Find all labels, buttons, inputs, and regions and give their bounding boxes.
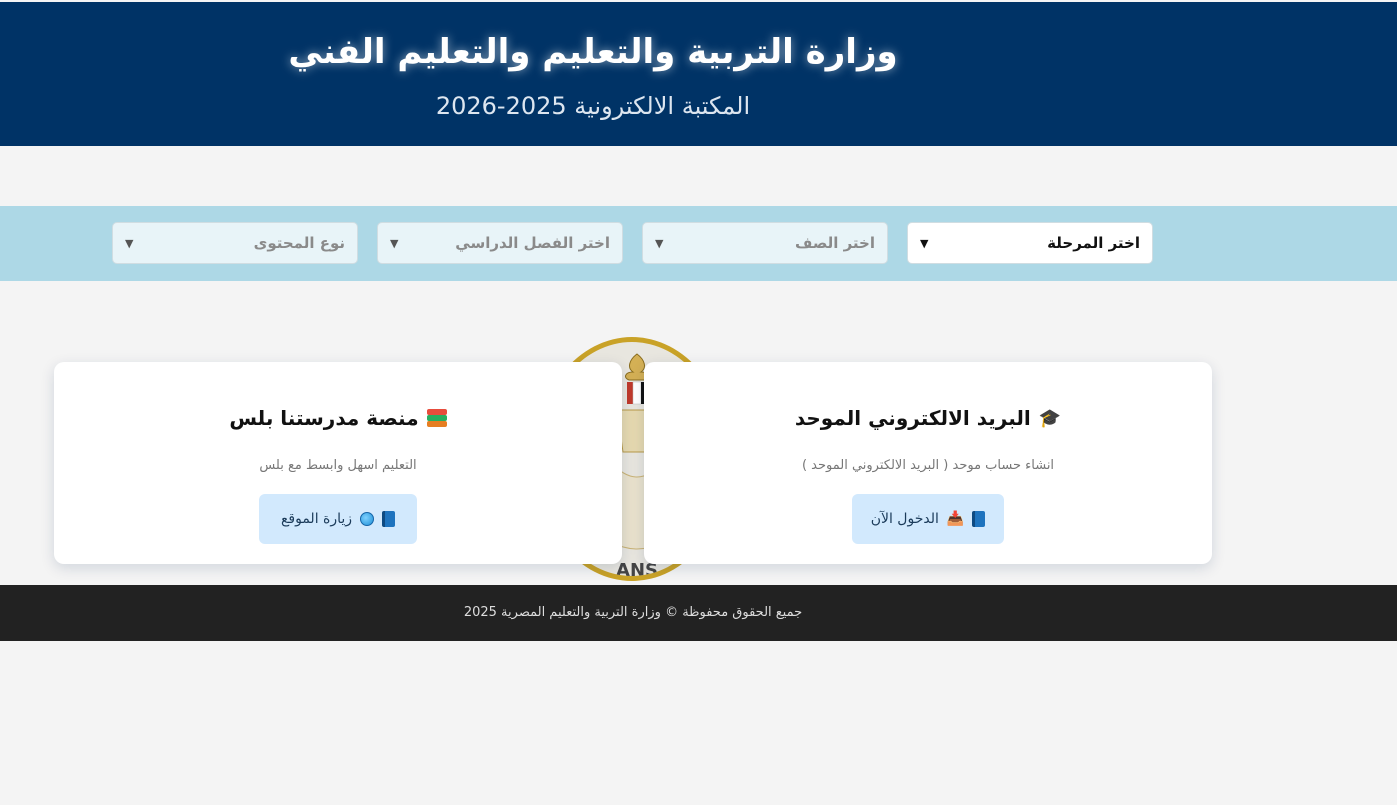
term-select[interactable]: اختر الفصل الدراسي ▼	[377, 222, 623, 264]
book-icon	[972, 511, 986, 527]
filter-bar: اختر المرحلة ▼ اختر الصف ▼ اختر الفصل ال…	[0, 206, 1397, 281]
chevron-down-icon: ▼	[390, 236, 399, 250]
platform-card-title: منصة مدرستنا بلس	[54, 406, 622, 430]
email-card: 🎓 البريد الالكتروني الموحد انشاء حساب مو…	[644, 362, 1212, 564]
copyright-text: جميع الحقوق محفوظة © وزارة التربية والتع…	[463, 605, 803, 620]
globe-icon	[360, 512, 375, 526]
email-card-description: انشاء حساب موحد ( البريد الالكتروني المو…	[801, 458, 1055, 473]
graduation-cap-icon: 🎓	[1038, 407, 1062, 429]
platform-card-title-text: منصة مدرستنا بلس	[229, 406, 419, 430]
login-now-button[interactable]: 📥 الدخول الآن	[852, 494, 1004, 544]
book-icon	[382, 511, 396, 527]
page-title: وزارة التربية والتعليم والتعليم الفني	[288, 32, 898, 72]
term-select-label: اختر الفصل الدراسي	[455, 234, 610, 252]
visit-site-button-label: زيارة الموقع	[280, 511, 353, 527]
stage-select-label: اختر المرحلة	[1047, 234, 1140, 252]
grade-select-label: اختر الصف	[794, 234, 875, 252]
stage-select[interactable]: اختر المرحلة ▼	[907, 222, 1153, 264]
chevron-down-icon: ▼	[655, 236, 664, 250]
site-header: وزارة التربية والتعليم والتعليم الفني ال…	[0, 2, 1397, 146]
books-icon	[426, 408, 447, 428]
login-now-button-label: الدخول الآن	[870, 511, 939, 527]
email-card-title-text: البريد الالكتروني الموحد	[794, 406, 1031, 430]
site-footer: جميع الحقوق محفوظة © وزارة التربية والتع…	[0, 585, 1397, 641]
email-card-title: 🎓 البريد الالكتروني الموحد	[644, 406, 1212, 430]
inbox-icon: 📥	[946, 511, 965, 527]
chevron-down-icon: ▼	[920, 236, 929, 250]
content-type-select[interactable]: نوع المحتوى ▼	[112, 222, 358, 264]
chevron-down-icon: ▼	[125, 236, 134, 250]
page-subtitle: المكتبة الالكترونية 2025-2026	[435, 92, 751, 120]
platform-card: منصة مدرستنا بلس التعليم اسهل وابسط مع ب…	[54, 362, 622, 564]
content-type-select-label: نوع المحتوى	[253, 234, 345, 252]
platform-card-description: التعليم اسهل وابسط مع بلس	[259, 458, 417, 473]
grade-select[interactable]: اختر الصف ▼	[642, 222, 888, 264]
visit-site-button[interactable]: زيارة الموقع	[259, 494, 417, 544]
